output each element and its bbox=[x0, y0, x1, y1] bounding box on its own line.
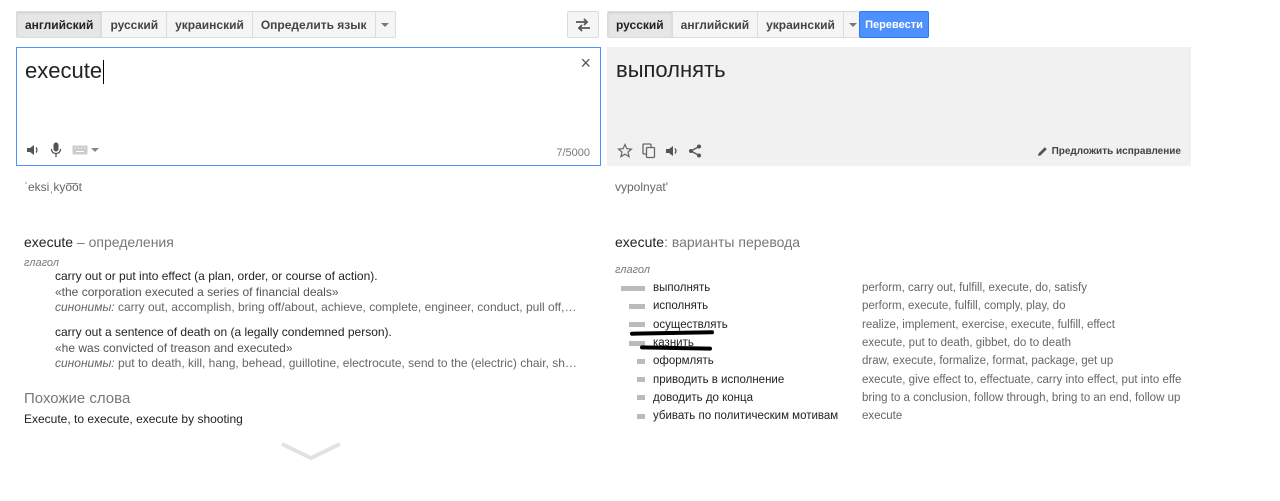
translations-heading: execute: варианты перевода bbox=[615, 234, 800, 250]
copy-icon[interactable] bbox=[642, 143, 656, 159]
translated-text: выполнять bbox=[616, 57, 726, 82]
source-text[interactable]: execute bbox=[25, 58, 105, 85]
source-tools bbox=[26, 142, 99, 158]
suggest-edit-label: Предложить исправление bbox=[1051, 146, 1181, 157]
source-lang-ukrainian[interactable]: украинский bbox=[167, 11, 253, 38]
back-translations[interactable]: execute bbox=[862, 410, 902, 422]
target-lang-russian[interactable]: русский bbox=[607, 11, 673, 38]
back-translations[interactable]: perform, carry out, fulfill, execute, do… bbox=[862, 282, 1087, 294]
definitions-heading-suffix: – определения bbox=[73, 234, 174, 250]
translations-heading-suffix: : варианты перевода bbox=[664, 234, 801, 250]
frequency-indicator bbox=[615, 413, 653, 419]
translation-word[interactable]: оформлять bbox=[653, 355, 862, 367]
swap-icon bbox=[576, 17, 590, 32]
frequency-indicator bbox=[615, 285, 653, 291]
target-language-bar: русский английский украинский bbox=[607, 11, 864, 38]
target-transliteration: vypolnyat' bbox=[615, 180, 668, 194]
translation-output: выполнять Предложить исправление bbox=[607, 47, 1191, 166]
swap-languages-button[interactable] bbox=[567, 11, 599, 38]
suggest-edit-button[interactable]: Предложить исправление bbox=[1037, 146, 1181, 157]
source-language-bar: английский русский украинский Определить… bbox=[16, 11, 396, 38]
translate-button[interactable]: Перевести bbox=[859, 11, 929, 38]
source-lang-english[interactable]: английский bbox=[16, 11, 103, 38]
target-tools bbox=[617, 143, 702, 159]
frequency-indicator bbox=[615, 358, 653, 364]
translation-word[interactable]: приводить в исполнение bbox=[653, 374, 862, 386]
translation-word[interactable]: осуществлять bbox=[653, 319, 862, 331]
back-translations[interactable]: bring to a conclusion, follow through, b… bbox=[862, 392, 1180, 404]
translation-word[interactable]: доводить до конца bbox=[653, 392, 862, 404]
target-lang-ukrainian[interactable]: украинский bbox=[758, 11, 844, 38]
definition-gloss: carry out a sentence of death on (a lega… bbox=[55, 325, 392, 339]
pencil-icon bbox=[1037, 147, 1047, 156]
close-icon[interactable]: × bbox=[580, 54, 591, 72]
frequency-indicator bbox=[615, 303, 653, 309]
frequency-indicator bbox=[615, 377, 653, 383]
translations-word: execute bbox=[615, 234, 665, 250]
back-translations[interactable]: realize, implement, exercise, execute, f… bbox=[862, 319, 1115, 331]
translations-table: выполнять perform, carry out, fulfill, e… bbox=[615, 279, 1191, 425]
synonyms-list[interactable]: carry out, accomplish, bring off/about, … bbox=[115, 300, 577, 314]
definition-synonyms: синонимы: carry out, accomplish, bring o… bbox=[55, 300, 580, 316]
source-lang-detect[interactable]: Определить язык bbox=[252, 11, 376, 38]
expand-chevron-icon[interactable] bbox=[280, 440, 342, 462]
share-icon[interactable] bbox=[688, 144, 702, 158]
translation-row: убивать по политическим мотивам execute bbox=[615, 407, 1191, 425]
chevron-down-icon bbox=[849, 22, 858, 27]
character-counter: 7/5000 bbox=[556, 147, 590, 159]
source-lang-russian[interactable]: русский bbox=[102, 11, 168, 38]
microphone-icon[interactable] bbox=[50, 142, 62, 158]
translations-part-of-speech: глагол bbox=[615, 264, 651, 276]
back-translations[interactable]: execute, put to death, gibbet, do to dea… bbox=[862, 337, 1071, 349]
synonyms-label: синонимы: bbox=[55, 300, 115, 314]
synonyms-list[interactable]: put to death, kill, hang, behead, guillo… bbox=[115, 356, 577, 370]
translation-word[interactable]: убивать по политическим мотивам bbox=[653, 410, 862, 422]
definition-example: «he was convicted of treason and execute… bbox=[55, 340, 293, 355]
definition-synonyms: синонимы: put to death, kill, hang, behe… bbox=[55, 356, 580, 372]
definitions-part-of-speech: глагол bbox=[24, 257, 60, 269]
similar-words-heading: Похожие слова bbox=[24, 390, 131, 407]
text-cursor bbox=[103, 60, 105, 85]
speaker-icon[interactable] bbox=[26, 143, 40, 157]
translation-row: приводить в исполнение execute, give eff… bbox=[615, 370, 1191, 388]
translation-row: доводить до конца bring to a conclusion,… bbox=[615, 389, 1191, 407]
keyboard-icon[interactable] bbox=[72, 145, 99, 155]
source-transliteration: ˈeksiˌkyo͞ot bbox=[24, 180, 83, 194]
definitions-word: execute bbox=[24, 234, 74, 250]
translation-row: исполнять perform, execute, fulfill, com… bbox=[615, 297, 1191, 315]
definition-example: «the corporation executed a series of fi… bbox=[55, 284, 339, 299]
source-lang-dropdown[interactable] bbox=[375, 11, 396, 38]
frequency-indicator bbox=[615, 322, 653, 328]
speaker-icon[interactable] bbox=[665, 144, 679, 158]
back-translations[interactable]: draw, execute, formalize, format, packag… bbox=[862, 355, 1113, 367]
definition-gloss: carry out or put into effect (a plan, or… bbox=[55, 269, 378, 283]
definitions-heading: execute – определения bbox=[24, 234, 174, 250]
frequency-indicator bbox=[615, 395, 653, 401]
back-translations[interactable]: execute, give effect to, effectuate, car… bbox=[862, 374, 1181, 386]
synonyms-label: синонимы: bbox=[55, 356, 115, 370]
translation-row: оформлять draw, execute, formalize, form… bbox=[615, 352, 1191, 370]
definition-entry: carry out or put into effect (a plan, or… bbox=[55, 269, 580, 316]
definition-entry: carry out a sentence of death on (a lega… bbox=[55, 325, 580, 372]
translation-word[interactable]: выполнять bbox=[653, 282, 862, 294]
translation-row: выполнять perform, carry out, fulfill, e… bbox=[615, 279, 1191, 297]
back-translations[interactable]: perform, execute, fulfill, comply, play,… bbox=[862, 300, 1065, 312]
star-icon[interactable] bbox=[617, 143, 633, 159]
chevron-down-icon bbox=[381, 22, 390, 27]
similar-words-list[interactable]: Execute, to execute, execute by shooting bbox=[24, 412, 243, 426]
translation-word[interactable]: исполнять bbox=[653, 300, 862, 312]
target-lang-english[interactable]: английский bbox=[672, 11, 759, 38]
source-text-input[interactable]: execute × 7/5000 bbox=[16, 47, 601, 166]
